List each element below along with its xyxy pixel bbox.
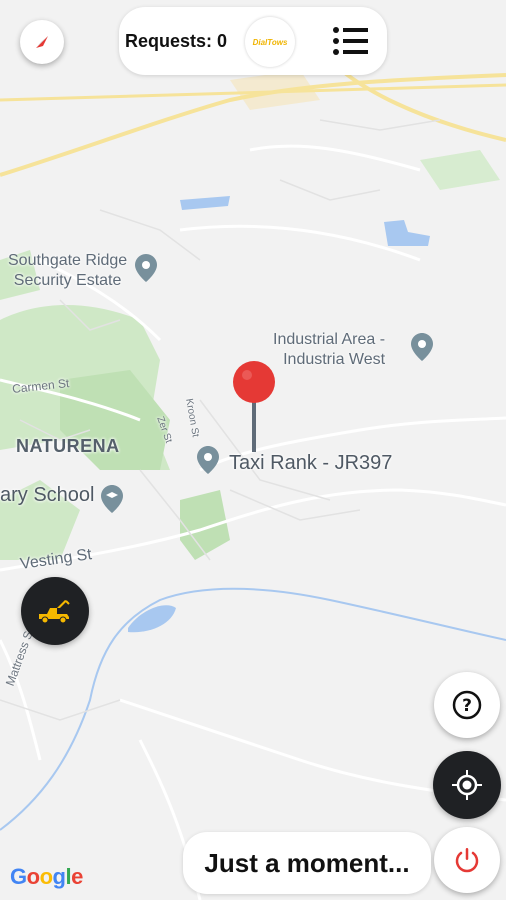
power-button[interactable] xyxy=(434,827,500,893)
google-logo: Google xyxy=(10,864,83,889)
app-logo: DialTows xyxy=(245,17,295,67)
selected-location-pin-icon[interactable] xyxy=(230,360,278,452)
map-poi-pin-icon xyxy=(411,333,433,361)
svg-text:?: ? xyxy=(462,696,472,716)
status-toast: Just a moment... xyxy=(183,832,431,894)
status-toast-text: Just a moment... xyxy=(204,847,410,878)
map-poi-pin-icon xyxy=(197,446,219,474)
crosshair-icon xyxy=(452,770,482,800)
top-bar: Requests: 0 DialTows xyxy=(119,7,387,75)
app-logo-text: DialTows xyxy=(252,37,288,47)
map-label-naturena: NATURENA xyxy=(16,436,120,456)
power-icon xyxy=(455,848,479,873)
map-label-school: ary School xyxy=(0,484,95,506)
compass-icon xyxy=(36,36,48,48)
map-label-taxi-rank: Taxi Rank - JR397 xyxy=(229,452,393,474)
tow-truck-button[interactable] xyxy=(21,577,89,645)
menu-list-icon[interactable] xyxy=(332,25,370,57)
requests-counter: Requests: 0 xyxy=(125,31,228,51)
tow-truck-icon xyxy=(39,600,70,624)
my-location-button[interactable] xyxy=(433,751,501,819)
compass-button[interactable] xyxy=(20,20,64,64)
school-poi-icon xyxy=(101,485,123,513)
map-label-industrial: Industrial Area - Industria West xyxy=(273,331,386,368)
help-button[interactable]: ? xyxy=(434,672,500,738)
map-poi-pin-icon xyxy=(135,254,157,282)
map-label-southgate: Southgate Ridge Security Estate xyxy=(8,252,128,289)
help-icon: ? xyxy=(452,690,482,720)
